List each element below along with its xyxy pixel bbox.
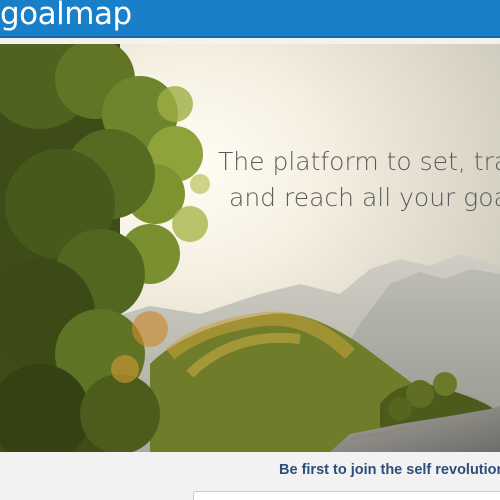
hero-banner: The platform to set, track and reach all… [0,44,500,452]
hero-tagline: The platform to set, track and reach all… [218,144,500,216]
email-input[interactable] [193,491,500,500]
tagline-line-1: The platform to set, track [218,147,500,176]
signup-section: Be first to join the self revolution [0,452,500,500]
landing-page: goalmap The platform to set, tr and reac… [0,0,500,500]
goalmap-logo[interactable]: goalmap [0,0,132,32]
signup-heading: Be first to join the self revolution [279,462,500,478]
tagline-line-2: and reach all your goals. [229,183,500,212]
landscape-photo [0,44,500,452]
top-navigation-bar: goalmap [0,0,500,38]
